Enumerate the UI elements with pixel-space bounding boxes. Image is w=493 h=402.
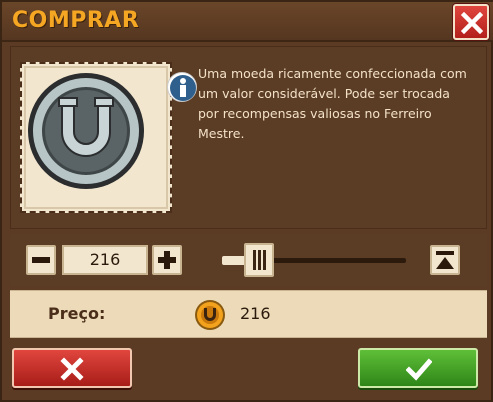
dialog-title: COMPRAR — [12, 8, 140, 33]
decrease-quantity-button[interactable] — [26, 245, 56, 275]
close-icon — [461, 12, 483, 34]
cancel-button[interactable] — [12, 348, 132, 388]
max-icon — [436, 251, 454, 269]
check-icon — [406, 358, 432, 381]
max-quantity-button[interactable] — [430, 245, 460, 275]
horseshoe-coin-icon — [28, 73, 144, 189]
minus-icon — [32, 257, 50, 263]
quantity-slider-handle[interactable] — [243, 243, 274, 277]
price-row: Preço: 216 — [10, 290, 487, 338]
close-icon — [60, 357, 84, 381]
plus-icon — [158, 251, 176, 269]
item-description: Uma moeda ricamente confeccionada com um… — [198, 66, 467, 141]
price-value: 216 — [240, 304, 271, 323]
price-label: Preço: — [48, 304, 106, 323]
increase-quantity-button[interactable] — [152, 245, 182, 275]
horseshoe-coin-icon — [195, 300, 225, 330]
info-button[interactable] — [167, 72, 197, 102]
dialog-header: COMPRAR — [2, 2, 493, 42]
item-panel: Uma moeda ricamente confeccionada com um… — [10, 46, 487, 229]
quantity-input[interactable]: 216 — [62, 245, 148, 275]
item-image-frame — [20, 62, 197, 213]
confirm-button[interactable] — [358, 348, 478, 388]
quantity-row: 216 — [10, 234, 487, 286]
close-button[interactable] — [453, 4, 489, 40]
info-icon — [170, 75, 196, 101]
purchase-dialog: COMPRAR Uma moeda ricamente confeccionad… — [0, 0, 493, 402]
